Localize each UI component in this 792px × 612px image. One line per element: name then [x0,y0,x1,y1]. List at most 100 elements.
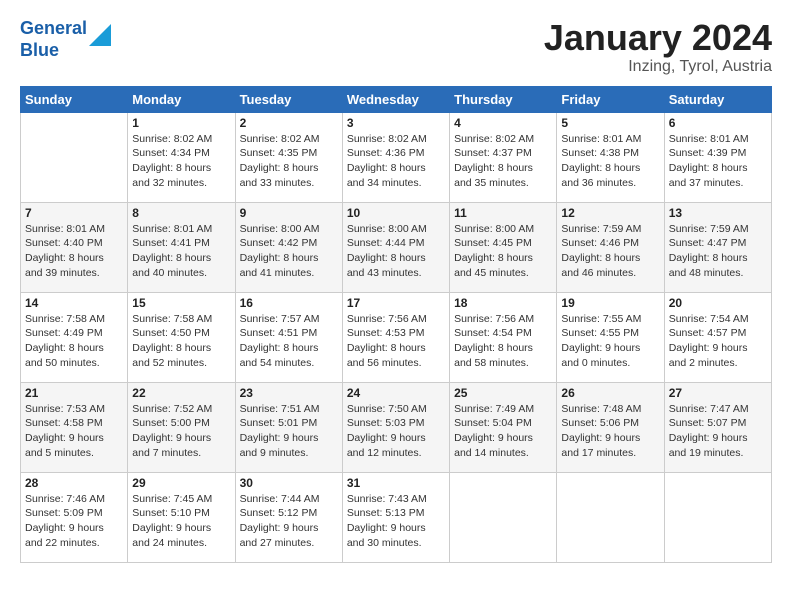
calendar-table: SundayMondayTuesdayWednesdayThursdayFrid… [20,86,772,563]
day-info: Sunrise: 7:58 AM Sunset: 4:49 PM Dayligh… [25,312,123,371]
day-number: 17 [347,296,445,310]
calendar-cell: 2Sunrise: 8:02 AM Sunset: 4:35 PM Daylig… [235,112,342,202]
day-info: Sunrise: 7:48 AM Sunset: 5:06 PM Dayligh… [561,402,659,461]
calendar-cell: 6 Sunrise: 8:01 AM Sunset: 4:39 PM Daylig… [664,112,771,202]
calendar-cell: 10 Sunrise: 8:00 AM Sunset: 4:44 PM Dayli… [342,202,449,292]
day-number: 5 [561,116,659,130]
day-info: Sunrise: 8:02 AM Sunset: 4:36 PM Dayligh… [347,132,445,191]
calendar-cell: 1Sunrise: 8:02 AM Sunset: 4:34 PM Daylig… [128,112,235,202]
day-info: Sunrise: 8:02 AM Sunset: 4:35 PM Dayligh… [240,132,338,191]
calendar-cell: 22 Sunrise: 7:52 AM Sunset: 5:00 PM Dayli… [128,382,235,472]
calendar-cell: 21 Sunrise: 7:53 AM Sunset: 4:58 PM Dayli… [21,382,128,472]
subtitle: Inzing, Tyrol, Austria [544,58,772,76]
day-info: Sunrise: 7:56 AM Sunset: 4:53 PM Dayligh… [347,312,445,371]
calendar-cell: 13 Sunrise: 7:59 AM Sunset: 4:47 PM Dayli… [664,202,771,292]
calendar-week-row: 28Sunrise: 7:46 AM Sunset: 5:09 PM Dayli… [21,472,772,562]
calendar-cell: 28Sunrise: 7:46 AM Sunset: 5:09 PM Dayli… [21,472,128,562]
day-info: Sunrise: 7:50 AM Sunset: 5:03 PM Dayligh… [347,402,445,461]
calendar-cell: 4 Sunrise: 8:02 AM Sunset: 4:37 PM Daylig… [450,112,557,202]
day-info: Sunrise: 8:01 AM Sunset: 4:38 PM Dayligh… [561,132,659,191]
day-info: Sunrise: 7:57 AM Sunset: 4:51 PM Dayligh… [240,312,338,371]
column-header-wednesday: Wednesday [342,86,449,112]
day-number: 18 [454,296,552,310]
day-number: 23 [240,386,338,400]
calendar-cell: 12Sunrise: 7:59 AM Sunset: 4:46 PM Dayli… [557,202,664,292]
calendar-header-row: SundayMondayTuesdayWednesdayThursdayFrid… [21,86,772,112]
day-info: Sunrise: 7:47 AM Sunset: 5:07 PM Dayligh… [669,402,767,461]
calendar-week-row: 1Sunrise: 8:02 AM Sunset: 4:34 PM Daylig… [21,112,772,202]
day-info: Sunrise: 7:59 AM Sunset: 4:47 PM Dayligh… [669,222,767,281]
day-info: Sunrise: 8:02 AM Sunset: 4:37 PM Dayligh… [454,132,552,191]
day-info: Sunrise: 7:52 AM Sunset: 5:00 PM Dayligh… [132,402,230,461]
day-info: Sunrise: 7:55 AM Sunset: 4:55 PM Dayligh… [561,312,659,371]
calendar-cell: 27 Sunrise: 7:47 AM Sunset: 5:07 PM Dayli… [664,382,771,472]
logo-general: General [20,18,87,38]
calendar-cell: 30 Sunrise: 7:44 AM Sunset: 5:12 PM Dayli… [235,472,342,562]
calendar-cell [557,472,664,562]
calendar-cell [450,472,557,562]
calendar-cell: 15 Sunrise: 7:58 AM Sunset: 4:50 PM Dayli… [128,292,235,382]
column-header-monday: Monday [128,86,235,112]
logo-blue: Blue [20,40,59,60]
day-info: Sunrise: 7:44 AM Sunset: 5:12 PM Dayligh… [240,492,338,551]
day-info: Sunrise: 8:01 AM Sunset: 4:39 PM Dayligh… [669,132,767,191]
calendar-cell: 11 Sunrise: 8:00 AM Sunset: 4:45 PM Dayli… [450,202,557,292]
calendar-cell: 7Sunrise: 8:01 AM Sunset: 4:40 PM Daylig… [21,202,128,292]
day-number: 3 [347,116,445,130]
column-header-saturday: Saturday [664,86,771,112]
calendar-cell: 5 Sunrise: 8:01 AM Sunset: 4:38 PM Daylig… [557,112,664,202]
calendar-cell: 24 Sunrise: 7:50 AM Sunset: 5:03 PM Dayli… [342,382,449,472]
calendar-cell: 31Sunrise: 7:43 AM Sunset: 5:13 PM Dayli… [342,472,449,562]
day-info: Sunrise: 7:58 AM Sunset: 4:50 PM Dayligh… [132,312,230,371]
calendar-cell: 17 Sunrise: 7:56 AM Sunset: 4:53 PM Dayli… [342,292,449,382]
day-number: 10 [347,206,445,220]
day-number: 21 [25,386,123,400]
day-number: 19 [561,296,659,310]
calendar-cell: 18Sunrise: 7:56 AM Sunset: 4:54 PM Dayli… [450,292,557,382]
calendar-cell: 25Sunrise: 7:49 AM Sunset: 5:04 PM Dayli… [450,382,557,472]
title-section: January 2024 Inzing, Tyrol, Austria [544,18,772,76]
day-number: 4 [454,116,552,130]
day-info: Sunrise: 7:43 AM Sunset: 5:13 PM Dayligh… [347,492,445,551]
day-number: 30 [240,476,338,490]
day-info: Sunrise: 8:00 AM Sunset: 4:42 PM Dayligh… [240,222,338,281]
day-info: Sunrise: 7:51 AM Sunset: 5:01 PM Dayligh… [240,402,338,461]
day-number: 16 [240,296,338,310]
day-info: Sunrise: 7:54 AM Sunset: 4:57 PM Dayligh… [669,312,767,371]
logo-icon [89,24,111,46]
calendar-cell: 19 Sunrise: 7:55 AM Sunset: 4:55 PM Dayli… [557,292,664,382]
day-number: 9 [240,206,338,220]
logo-text: General Blue [20,18,87,61]
logo: General Blue [20,18,111,61]
day-number: 15 [132,296,230,310]
calendar-cell [21,112,128,202]
calendar-cell: 8Sunrise: 8:01 AM Sunset: 4:41 PM Daylig… [128,202,235,292]
day-number: 22 [132,386,230,400]
calendar-cell: 16 Sunrise: 7:57 AM Sunset: 4:51 PM Dayli… [235,292,342,382]
day-number: 13 [669,206,767,220]
calendar-cell: 9 Sunrise: 8:00 AM Sunset: 4:42 PM Daylig… [235,202,342,292]
page-container: General Blue January 2024 Inzing, Tyrol,… [0,0,792,573]
day-number: 29 [132,476,230,490]
day-number: 7 [25,206,123,220]
calendar-cell: 29Sunrise: 7:45 AM Sunset: 5:10 PM Dayli… [128,472,235,562]
day-number: 11 [454,206,552,220]
day-number: 6 [669,116,767,130]
day-info: Sunrise: 8:00 AM Sunset: 4:44 PM Dayligh… [347,222,445,281]
day-number: 26 [561,386,659,400]
day-info: Sunrise: 7:49 AM Sunset: 5:04 PM Dayligh… [454,402,552,461]
day-number: 12 [561,206,659,220]
calendar-cell: 20Sunrise: 7:54 AM Sunset: 4:57 PM Dayli… [664,292,771,382]
calendar-cell: 14 Sunrise: 7:58 AM Sunset: 4:49 PM Dayli… [21,292,128,382]
column-header-thursday: Thursday [450,86,557,112]
day-info: Sunrise: 8:00 AM Sunset: 4:45 PM Dayligh… [454,222,552,281]
day-info: Sunrise: 7:53 AM Sunset: 4:58 PM Dayligh… [25,402,123,461]
day-number: 8 [132,206,230,220]
day-info: Sunrise: 7:46 AM Sunset: 5:09 PM Dayligh… [25,492,123,551]
day-number: 24 [347,386,445,400]
column-header-tuesday: Tuesday [235,86,342,112]
column-header-sunday: Sunday [21,86,128,112]
day-number: 14 [25,296,123,310]
calendar-cell: 23 Sunrise: 7:51 AM Sunset: 5:01 PM Dayli… [235,382,342,472]
day-number: 27 [669,386,767,400]
